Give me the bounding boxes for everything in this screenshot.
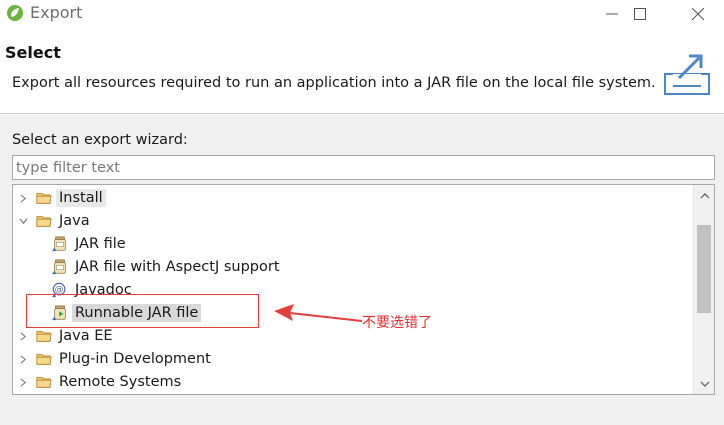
chevron-right-icon: [20, 355, 27, 364]
tree-item-label: Java EE: [59, 328, 113, 344]
tree-item-label: Install: [56, 189, 106, 207]
folder-icon: [35, 373, 53, 391]
tree-item-plug-in-development[interactable]: Plug-in Development: [13, 348, 692, 370]
jar-icon: [51, 235, 69, 253]
close-button[interactable]: [678, 0, 718, 27]
tree-item-label: JAR file: [75, 236, 126, 252]
tree-item-label: Java: [59, 213, 90, 229]
wizard-banner: Select Export all resources required to …: [0, 34, 724, 114]
close-icon: [692, 7, 704, 20]
tree-item-jar-file[interactable]: JAR file: [13, 233, 692, 255]
export-icon: [664, 54, 710, 95]
expand-toggle[interactable]: [17, 371, 29, 393]
chevron-up-icon: [700, 192, 709, 198]
scroll-down-button[interactable]: [694, 373, 714, 394]
maximize-icon: [634, 7, 646, 20]
folder-icon: [35, 212, 53, 230]
tree-item-install[interactable]: Install: [13, 187, 692, 209]
expand-toggle[interactable]: [17, 348, 29, 370]
filter-input[interactable]: [12, 155, 715, 180]
tree-item-label: Plug-in Development: [59, 351, 211, 367]
tree-item-remote-systems[interactable]: Remote Systems: [13, 371, 692, 393]
scrollbar-thumb[interactable]: [697, 225, 711, 313]
window-title: Export: [30, 3, 83, 22]
annotation-arrow-icon: [274, 304, 363, 322]
vertical-scrollbar[interactable]: [693, 185, 714, 394]
wizard-content: Select an export wizard: Install Java JAR …: [0, 115, 724, 425]
tree-item-label: Remote Systems: [59, 374, 182, 390]
expand-toggle[interactable]: [17, 187, 29, 209]
tree-item-java-ee[interactable]: Java EE: [13, 325, 692, 347]
page-description: Export all resources required to run an …: [12, 75, 656, 91]
expand-toggle[interactable]: [17, 325, 29, 347]
annotation-text: 不要选错了: [362, 315, 432, 331]
chevron-right-icon: [20, 332, 27, 341]
chevron-down-icon: [700, 381, 709, 387]
page-title: Select: [5, 43, 61, 62]
spring-leaf-icon: [7, 5, 23, 21]
collapse-toggle[interactable]: [17, 210, 29, 232]
folder-icon: [35, 350, 53, 368]
wizard-list-label: Select an export wizard:: [12, 132, 188, 148]
jar-icon: [51, 258, 69, 276]
wizard-tree[interactable]: Install Java JAR file JAR file with AspectJ…: [12, 184, 715, 395]
scroll-up-button[interactable]: [694, 185, 714, 206]
chevron-right-icon: [20, 378, 27, 387]
folder-icon: [35, 327, 53, 345]
chevron-down-icon: [19, 218, 28, 225]
chevron-right-icon: [20, 194, 27, 203]
minimize-icon: [606, 13, 618, 14]
title-bar: Export: [0, 0, 724, 27]
tree-item-label: JAR file with AspectJ support: [75, 259, 280, 275]
maximize-button[interactable]: [620, 0, 660, 27]
tree-item-java[interactable]: Java: [13, 210, 692, 232]
tree-item-jar-file-with-aspectj-support[interactable]: JAR file with AspectJ support: [13, 256, 692, 278]
annotation-highlight-box: [26, 294, 259, 328]
folder-icon: [35, 189, 53, 207]
